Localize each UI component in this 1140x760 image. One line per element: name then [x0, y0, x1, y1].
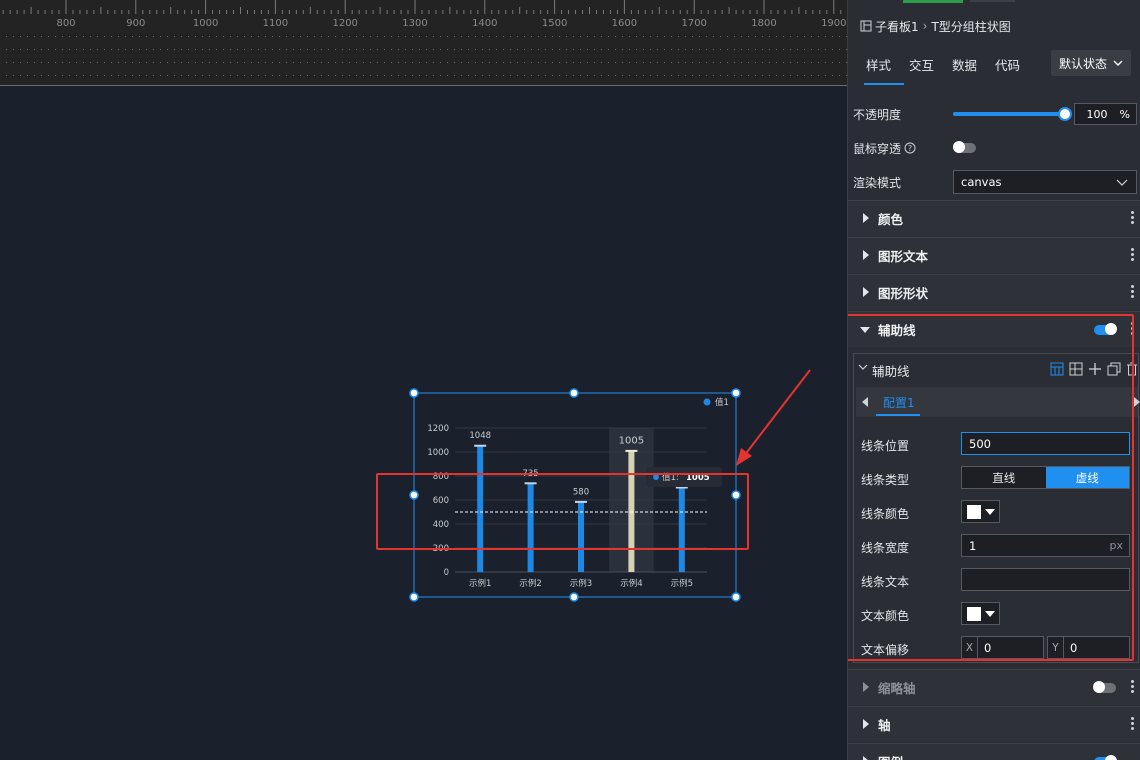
state-select[interactable]: 默认状态: [1051, 50, 1131, 76]
more-icon[interactable]: [1131, 285, 1135, 300]
more-icon[interactable]: [1131, 717, 1135, 732]
tab-code[interactable]: 代码: [995, 55, 1020, 74]
tab-style[interactable]: 样式: [866, 55, 891, 74]
board-icon: [860, 20, 872, 32]
annotation-box-panel: [848, 314, 1134, 661]
resize-handle[interactable]: [569, 388, 579, 398]
annotation-box-chart: [376, 473, 749, 550]
y-tick-label: 1200: [427, 424, 449, 434]
render-mode-row: 渲染模式 canvas: [848, 166, 1140, 198]
data-label: 1005: [619, 435, 644, 446]
resize-handle[interactable]: [731, 388, 741, 398]
x-tick-label: 示例1: [469, 578, 491, 589]
x-tick-label: 示例3: [570, 578, 592, 589]
caret-right-icon: [863, 250, 869, 260]
y-tick-label: 1000: [427, 448, 449, 458]
x-tick-label: 示例5: [671, 578, 693, 589]
section-color[interactable]: 颜色: [848, 200, 1140, 236]
resize-handle[interactable]: [731, 592, 741, 602]
resize-handle[interactable]: [569, 592, 579, 602]
caret-right-icon[interactable]: [1134, 397, 1140, 407]
breadcrumb: 子看板1 › T型分组柱状图: [860, 16, 1011, 36]
passthrough-row: 鼠标穿透 ?: [848, 132, 1140, 164]
tab-data[interactable]: 数据: [952, 55, 977, 74]
legend-label[interactable]: 值1: [715, 397, 729, 408]
opacity-unit: %: [1119, 107, 1130, 121]
opacity-slider-thumb[interactable]: [1058, 107, 1072, 121]
section-legend-title: 图例: [878, 752, 903, 760]
opacity-slider-track[interactable]: [953, 112, 1063, 116]
caret-right-icon: [863, 287, 869, 297]
y-tick-label: 0: [444, 568, 449, 578]
breadcrumb-current: T型分组柱状图: [931, 19, 1011, 34]
more-icon[interactable]: [1131, 680, 1135, 695]
breadcrumb-root[interactable]: 子看板1: [875, 18, 919, 35]
section-axis-title: 轴: [878, 718, 891, 733]
panel-tabs: 样式 交互 数据 代码 默认状态: [848, 50, 1140, 78]
caret-right-icon: [863, 213, 869, 223]
resize-handle[interactable]: [409, 388, 419, 398]
x-tick-label: 示例2: [519, 578, 541, 589]
section-shape-text[interactable]: 图形文本: [848, 237, 1140, 273]
section-legend[interactable]: 图例: [848, 743, 1140, 760]
resize-handle[interactable]: [409, 592, 419, 602]
thumbnail-axis-toggle[interactable]: [1093, 681, 1116, 693]
svg-text:?: ?: [908, 144, 912, 153]
section-color-title: 颜色: [878, 212, 904, 227]
help-icon[interactable]: ?: [904, 142, 916, 154]
tab-active-indicator: [864, 83, 904, 85]
passthrough-toggle[interactable]: [953, 141, 976, 153]
chevron-down-icon: [1116, 179, 1128, 186]
chevron-down-icon: [1113, 60, 1123, 66]
app-root: 800 900 1000 1100 1200 1300 1400 1500 1600 1700 18…: [0, 0, 1140, 760]
breadcrumb-separator: ›: [922, 19, 928, 33]
state-select-value: 默认状态: [1058, 56, 1107, 71]
opacity-input[interactable]: 100 %: [1074, 103, 1137, 125]
opacity-input-value: 100: [1086, 107, 1108, 121]
x-tick-label: 示例4: [620, 578, 642, 589]
render-mode-value: canvas: [961, 175, 1002, 189]
caret-right-icon: [863, 682, 869, 692]
section-shape[interactable]: 图形形状: [848, 274, 1140, 310]
section-axis[interactable]: 轴: [848, 706, 1140, 742]
annotation-arrow: [743, 369, 811, 457]
panel-top-divider: [970, 0, 1015, 2]
caret-right-icon: [863, 719, 869, 729]
opacity-row: 不透明度 100 %: [848, 98, 1140, 130]
bar-cap: [474, 444, 487, 447]
chart-widget[interactable]: 0200400600800100012001048示例1735示例2580示例3…: [0, 0, 847, 760]
render-mode-select[interactable]: canvas: [953, 170, 1137, 194]
property-panel: 子看板1 › T型分组柱状图 样式 交互 数据 代码 默认状态 不透明度 100…: [847, 0, 1140, 760]
panel-top-accent: [903, 0, 963, 3]
more-icon[interactable]: [1131, 211, 1135, 226]
more-icon[interactable]: [1131, 248, 1135, 263]
section-shape-text-title: 图形文本: [878, 249, 929, 264]
opacity-label: 不透明度: [853, 107, 902, 122]
caret-right-icon: [863, 756, 868, 760]
section-shape-title: 图形形状: [878, 286, 929, 301]
section-thumbnail-axis-title: 缩略轴: [878, 681, 916, 696]
annotation-arrow-head: [736, 448, 752, 466]
render-mode-label: 渲染模式: [853, 175, 902, 190]
passthrough-label: 鼠标穿透: [853, 141, 902, 156]
tab-interaction[interactable]: 交互: [909, 55, 934, 74]
legend-marker: [703, 398, 711, 406]
data-label: 1048: [469, 431, 491, 441]
bar-cap: [625, 449, 638, 452]
section-thumbnail-axis[interactable]: 缩略轴: [848, 669, 1140, 705]
